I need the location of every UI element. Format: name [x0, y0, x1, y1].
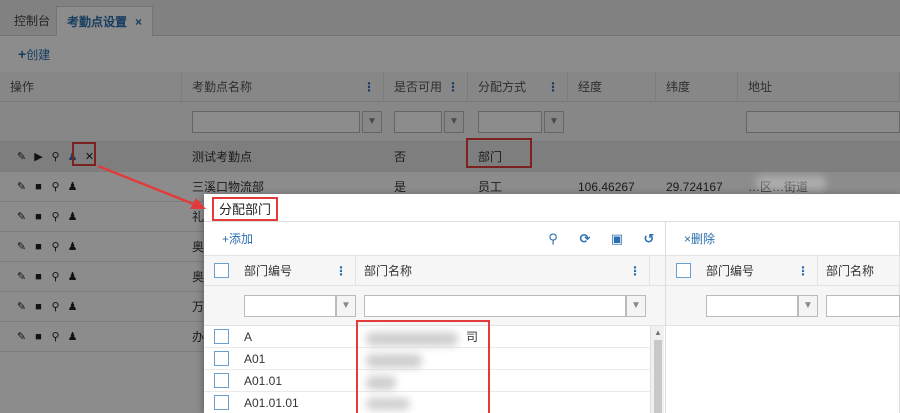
dialog-title: 分配部门 — [212, 197, 279, 221]
column-menu-icon[interactable]: ⋮ — [629, 256, 641, 285]
left-toolbar: +添加 ⚲ ⟳ ▣ ↺ — [204, 222, 665, 256]
right-toolbar: ×删除 — [666, 222, 899, 256]
right-header: 部门编号 ⋮ 部门名称 — [666, 256, 900, 286]
code-filter-input[interactable] — [706, 295, 798, 317]
dept-code: A01.01.01 — [244, 396, 299, 410]
delete-button[interactable]: ×删除 — [684, 222, 715, 256]
select-all-checkbox[interactable] — [676, 263, 691, 278]
dept-code: A01.01 — [244, 374, 283, 388]
refresh-icon[interactable]: ⟳ — [569, 222, 601, 256]
column-header-dept-name[interactable]: 部门名称 ⋮ — [356, 256, 650, 285]
row-checkbox[interactable] — [214, 395, 229, 410]
column-header-dept-name[interactable]: 部门名称 — [818, 256, 900, 285]
dept-code: A01 — [244, 352, 266, 366]
row-checkbox[interactable] — [214, 373, 229, 388]
add-button[interactable]: +添加 — [222, 222, 253, 256]
assigned-departments-pane: ×删除 部门编号 ⋮ 部门名称 ▼ — [666, 222, 900, 413]
dept-code: A — [244, 330, 253, 344]
column-header-code[interactable]: 部门编号 ⋮ — [698, 256, 818, 285]
redacted-text — [756, 176, 826, 190]
toolbar-icons: ⚲ ⟳ ▣ ↺ — [537, 222, 665, 256]
save-icon[interactable]: ▣ — [601, 222, 633, 256]
dept-name-highlight — [356, 320, 490, 413]
search-icon[interactable]: ⚲ — [537, 222, 569, 256]
scroll-thumb[interactable] — [654, 340, 662, 413]
code-filter-input[interactable] — [244, 295, 336, 317]
filter-icon[interactable]: ▼ — [798, 295, 818, 317]
assign-department-dialog: 分配部门 +添加 ⚲ ⟳ ▣ ↺ 部门编号 ⋮ 部门名称 ⋮ ▼ ▼ A司 A01 A01… — [204, 194, 900, 413]
name-filter-input[interactable] — [826, 295, 900, 317]
select-all-checkbox[interactable] — [214, 263, 229, 278]
reset-icon[interactable]: ↺ — [633, 222, 665, 256]
left-header: 部门编号 ⋮ 部门名称 ⋮ — [204, 256, 665, 286]
column-menu-icon[interactable]: ⋮ — [797, 256, 809, 285]
name-filter-input[interactable] — [364, 295, 626, 317]
vertical-scrollbar[interactable]: ▲ — [650, 326, 664, 413]
column-header-code[interactable]: 部门编号 ⋮ — [236, 256, 356, 285]
scroll-up-icon[interactable]: ▲ — [654, 328, 662, 337]
column-menu-icon[interactable]: ⋮ — [335, 256, 347, 285]
row-checkbox[interactable] — [214, 351, 229, 366]
right-filter-row: ▼ — [666, 286, 900, 326]
filter-icon[interactable]: ▼ — [336, 295, 356, 317]
row-checkbox[interactable] — [214, 329, 229, 344]
available-departments-pane: +添加 ⚲ ⟳ ▣ ↺ 部门编号 ⋮ 部门名称 ⋮ ▼ ▼ A司 A01 A01.01 A… — [204, 222, 666, 413]
dialog-title-bar: 分配部门 — [204, 194, 900, 222]
filter-icon[interactable]: ▼ — [626, 295, 646, 317]
